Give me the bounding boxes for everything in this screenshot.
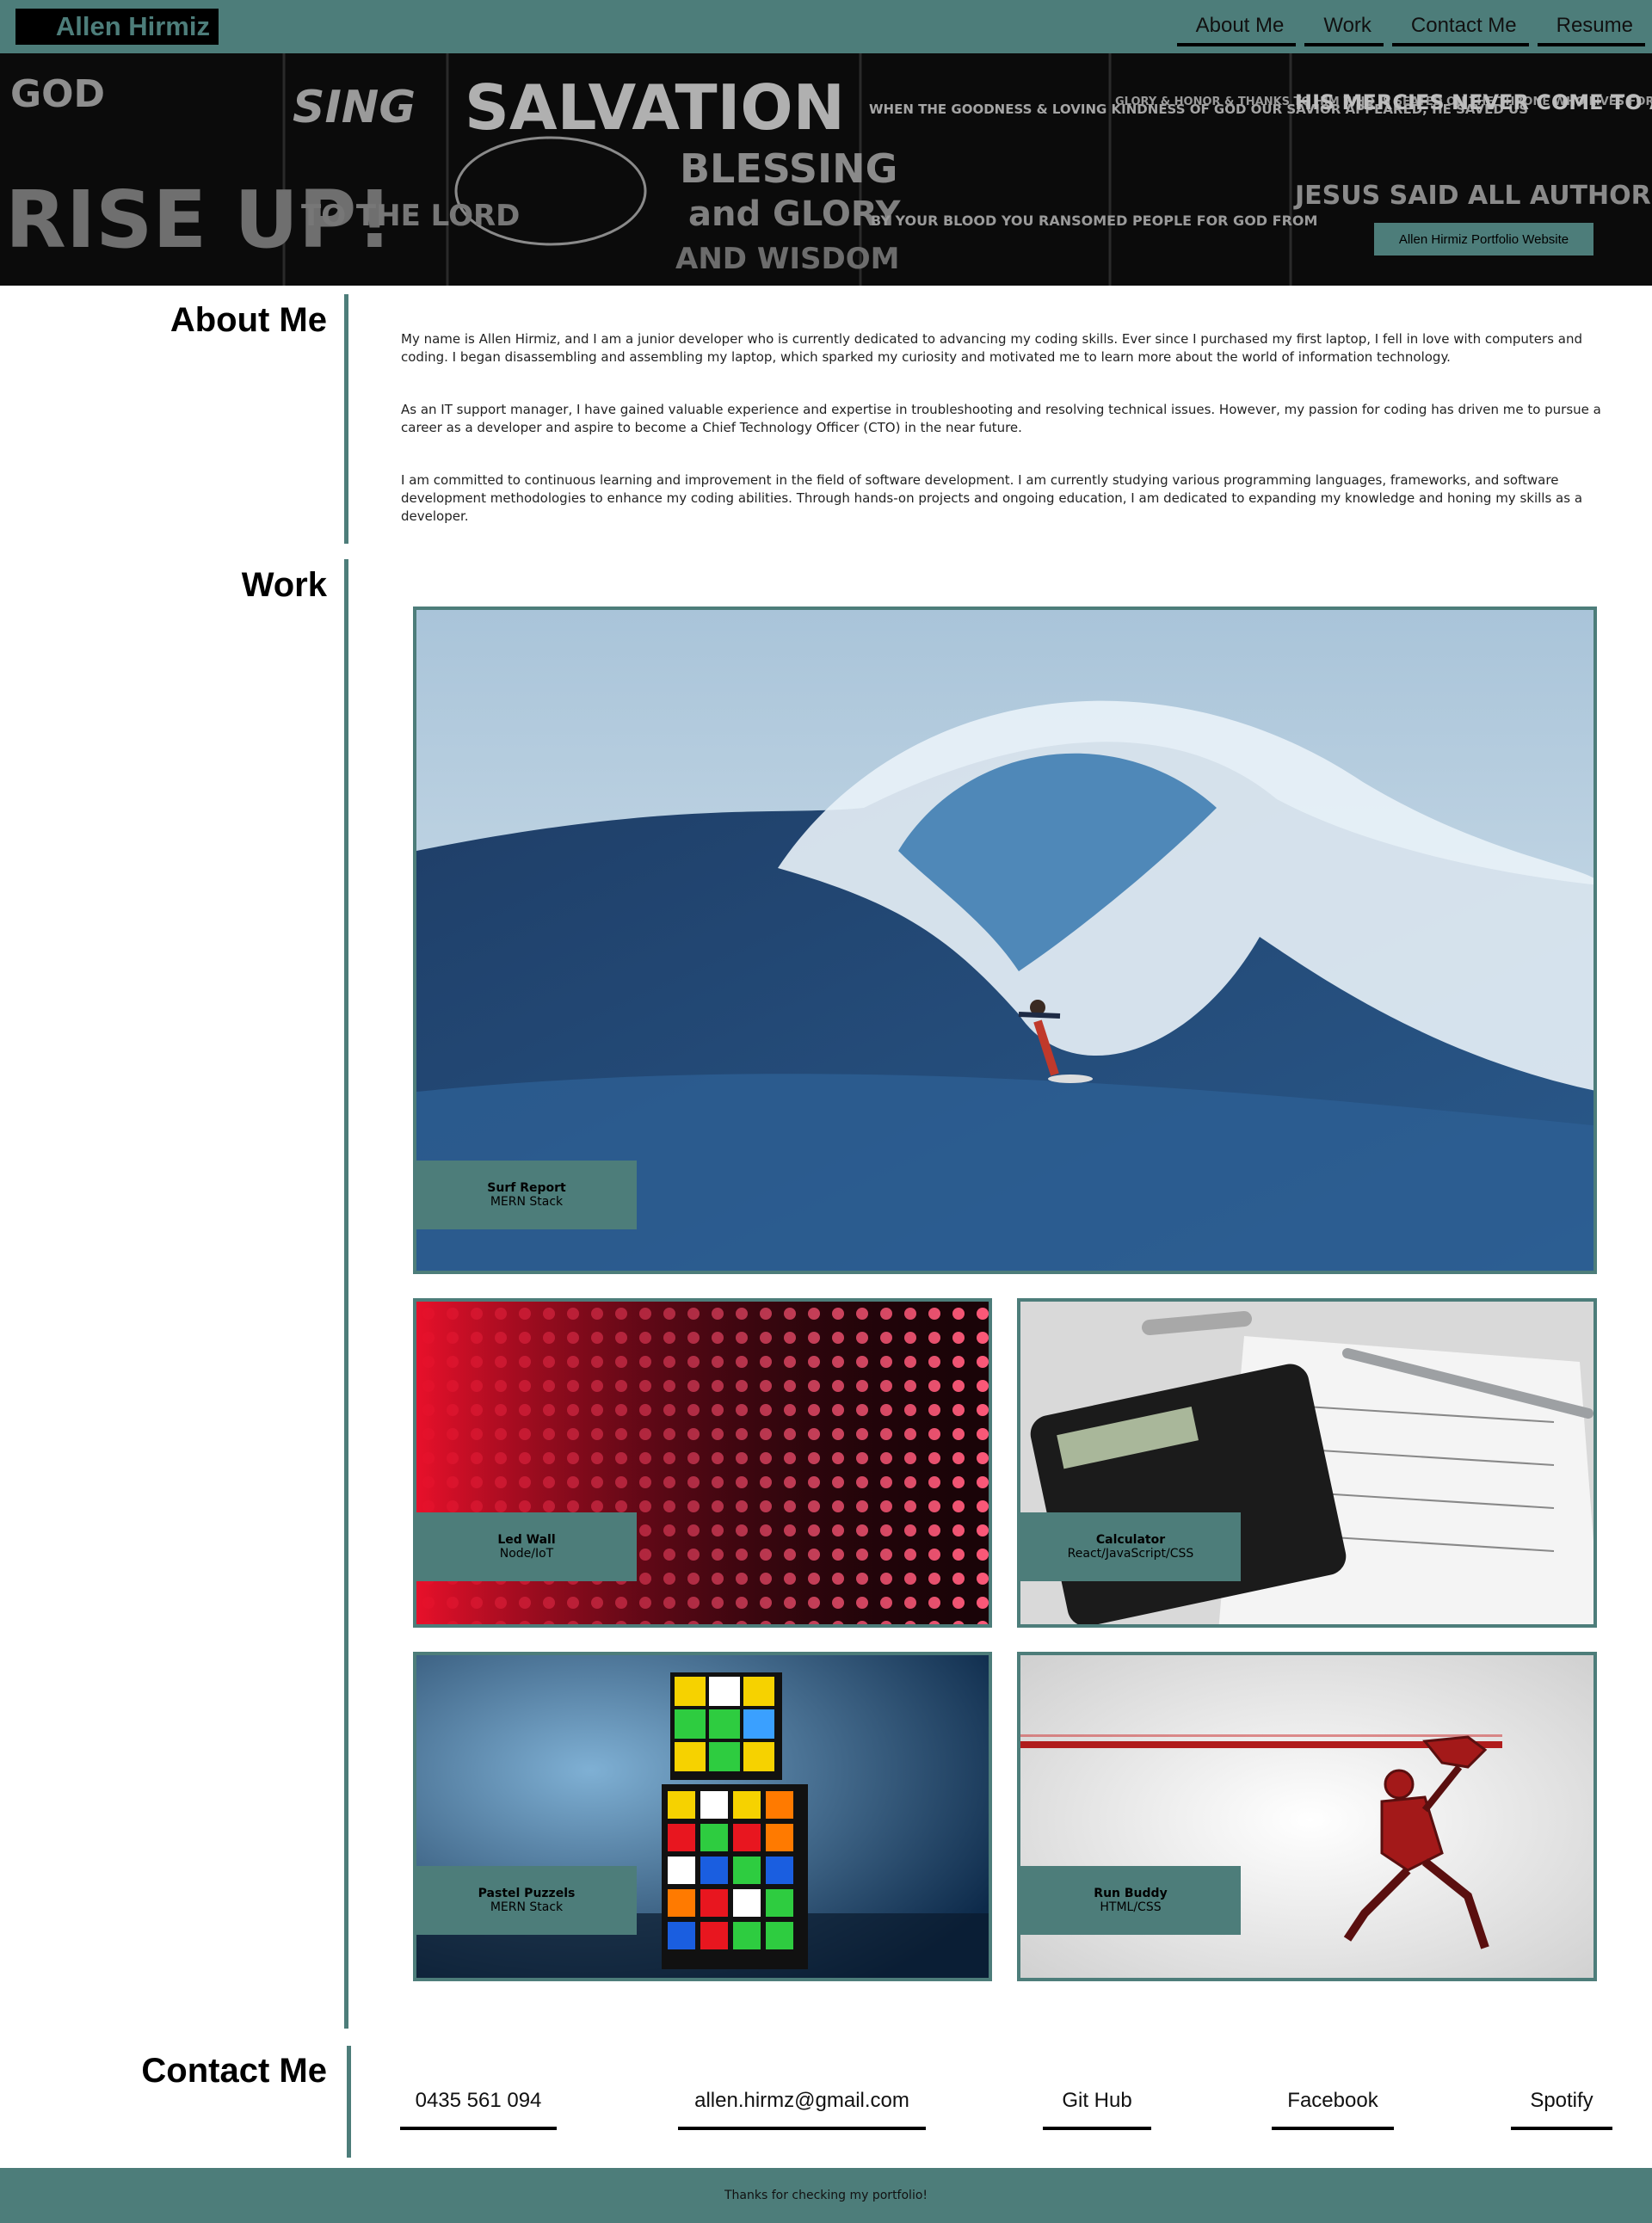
about-divider	[344, 294, 348, 544]
project-card-pastel-puzzels[interactable]: Pastel Puzzels MERN Stack	[413, 1652, 992, 1981]
nav-link-contact[interactable]: Contact Me	[1391, 10, 1529, 46]
contact-email-link[interactable]: allen.hirmz@gmail.com	[678, 2085, 926, 2130]
project-card-run-buddy[interactable]: Run Buddy HTML/CSS	[1017, 1652, 1597, 1981]
about-title: About Me	[170, 301, 327, 339]
contact-spotify-link[interactable]: Spotify	[1511, 2085, 1612, 2130]
about-text: My name is Allen Hirmiz, and I am a juni…	[401, 330, 1601, 560]
nav-link-work[interactable]: Work	[1304, 10, 1384, 46]
project-stack: Node/IoT	[499, 1547, 554, 1561]
about-paragraph: I am committed to continuous learning an…	[401, 472, 1583, 524]
work-title: Work	[241, 566, 327, 604]
project-label: Pastel Puzzels MERN Stack	[416, 1866, 637, 1935]
project-name: Pastel Puzzels	[478, 1887, 576, 1900]
work-divider	[344, 559, 348, 2029]
hero-word: SING	[293, 82, 416, 133]
project-card-calculator[interactable]: Calculator React/JavaScript/CSS	[1017, 1298, 1597, 1628]
project-name: Calculator	[1095, 1533, 1166, 1547]
hero-word: BLESSING	[680, 145, 897, 192]
project-name: Led Wall	[497, 1533, 556, 1547]
project-stack: HTML/CSS	[1100, 1900, 1162, 1914]
hero-word: TO THE LORD	[301, 199, 520, 233]
contact-phone-link[interactable]: 0435 561 094	[400, 2085, 557, 2130]
project-label: Run Buddy HTML/CSS	[1020, 1866, 1241, 1935]
about-paragraph: My name is Allen Hirmiz, and I am a juni…	[401, 331, 1582, 365]
site-footer: Thanks for checking my portfolio!	[0, 2168, 1652, 2223]
hero-word: and GLORY	[688, 194, 902, 234]
project-card-led-wall[interactable]: Led Wall Node/IoT	[413, 1298, 992, 1628]
footer-text: Thanks for checking my portfolio!	[724, 2189, 928, 2202]
about-paragraph: As an IT support manager, I have gained …	[401, 402, 1601, 435]
project-stack: MERN Stack	[490, 1195, 564, 1209]
hero-word: JESUS SAID ALL AUTHORITY	[1293, 181, 1652, 211]
project-name: Surf Report	[487, 1181, 566, 1195]
main-nav: About Me Work Contact Me Resume	[1176, 10, 1645, 46]
hero-word: BY YOUR BLOOD YOU RANSOMED PEOPLE FOR GO…	[871, 212, 1317, 229]
project-card-surf-report[interactable]: Surf Report MERN Stack	[413, 607, 1597, 1274]
contact-title: Contact Me	[141, 2052, 327, 2090]
site-header: Allen Hirmiz About Me Work Contact Me Re…	[0, 0, 1652, 53]
hero-badge: Allen Hirmiz Portfolio Website	[1374, 223, 1593, 256]
hero-word: AND WISDOM	[675, 242, 899, 276]
contact-divider	[347, 2046, 351, 2158]
site-brand[interactable]: Allen Hirmiz	[15, 9, 219, 45]
contact-facebook-link[interactable]: Facebook	[1272, 2085, 1394, 2130]
nav-link-about[interactable]: About Me	[1176, 10, 1297, 46]
project-label: Surf Report MERN Stack	[416, 1161, 637, 1229]
project-name: Run Buddy	[1094, 1887, 1168, 1900]
project-stack: React/JavaScript/CSS	[1067, 1547, 1194, 1561]
contact-github-link[interactable]: Git Hub	[1043, 2085, 1151, 2130]
project-label: Calculator React/JavaScript/CSS	[1020, 1512, 1241, 1581]
project-stack: MERN Stack	[490, 1900, 564, 1914]
hero-banner: GOD RISE UP! SING TO THE LORD SALVATION …	[0, 53, 1652, 286]
hero-word: GOD	[10, 72, 105, 116]
nav-link-resume[interactable]: Resume	[1537, 10, 1645, 46]
hero-word: HIS MERCIES NEVER COME TO AN END	[1295, 90, 1652, 114]
hero-word: SALVATION	[465, 71, 845, 144]
project-label: Led Wall Node/IoT	[416, 1512, 637, 1581]
